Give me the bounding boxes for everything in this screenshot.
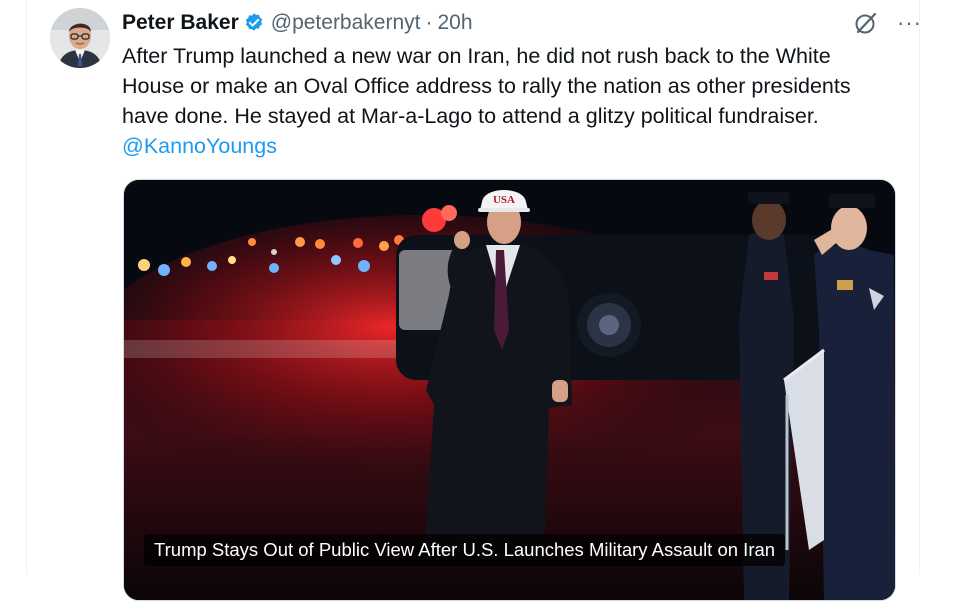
verified-badge-icon[interactable] [243,12,265,34]
tweet-actions: ··· [853,10,922,36]
more-options-icon[interactable]: ··· [897,12,922,34]
author-handle[interactable]: @peterbakernyt [271,11,421,35]
timestamp[interactable]: 20h [437,11,472,35]
avatar-photo-icon [50,8,110,68]
author-name[interactable]: Peter Baker [122,11,239,35]
separator-dot: · [425,11,433,34]
tweet-body: After Trump launched a new war on Iran, … [122,44,851,128]
author-avatar[interactable] [50,8,110,68]
cap-text: USA [493,194,515,206]
tweet-text: After Trump launched a new war on Iran, … [122,41,897,161]
mention-link[interactable]: @KannoYoungs [122,134,277,158]
tweet-header: Peter Baker @peterbakernyt · 20h [122,8,473,38]
media-caption: Trump Stays Out of Public View After U.S… [144,534,786,566]
grok-slash-icon[interactable] [853,10,879,36]
